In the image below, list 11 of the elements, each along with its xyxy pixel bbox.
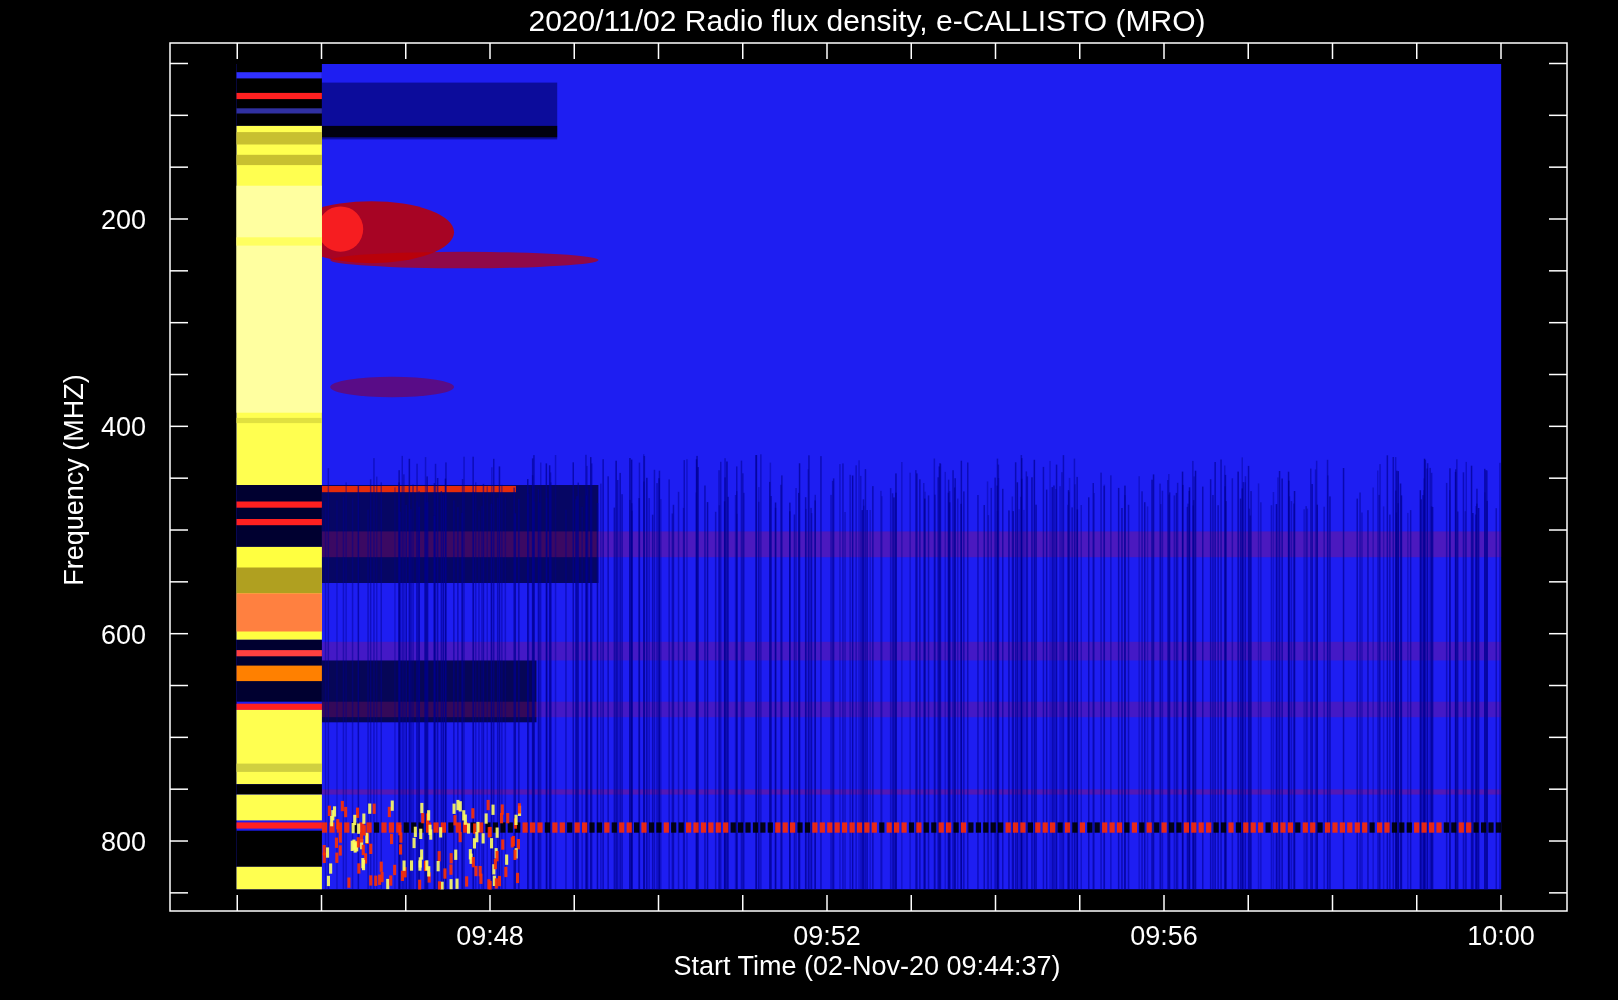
x-tick-label: 09:56 (1130, 921, 1198, 951)
x-tick-label: 10:00 (1467, 921, 1535, 951)
y-tick-label: 200 (100, 205, 146, 235)
y-axis-title: Frequency (MHZ) (59, 374, 89, 586)
y-tick-label: 800 (100, 827, 146, 857)
chart-title: 2020/11/02 Radio flux density, e-CALLISTO (MRO) (528, 4, 1206, 37)
x-tick-label: 09:48 (456, 921, 524, 951)
y-tick-label: 600 (100, 619, 146, 650)
x-axis-title: Start Time (02-Nov-20 09:44:37) (673, 951, 1061, 981)
x-tick-label: 09:52 (793, 921, 861, 951)
y-tick-label: 400 (100, 412, 146, 443)
